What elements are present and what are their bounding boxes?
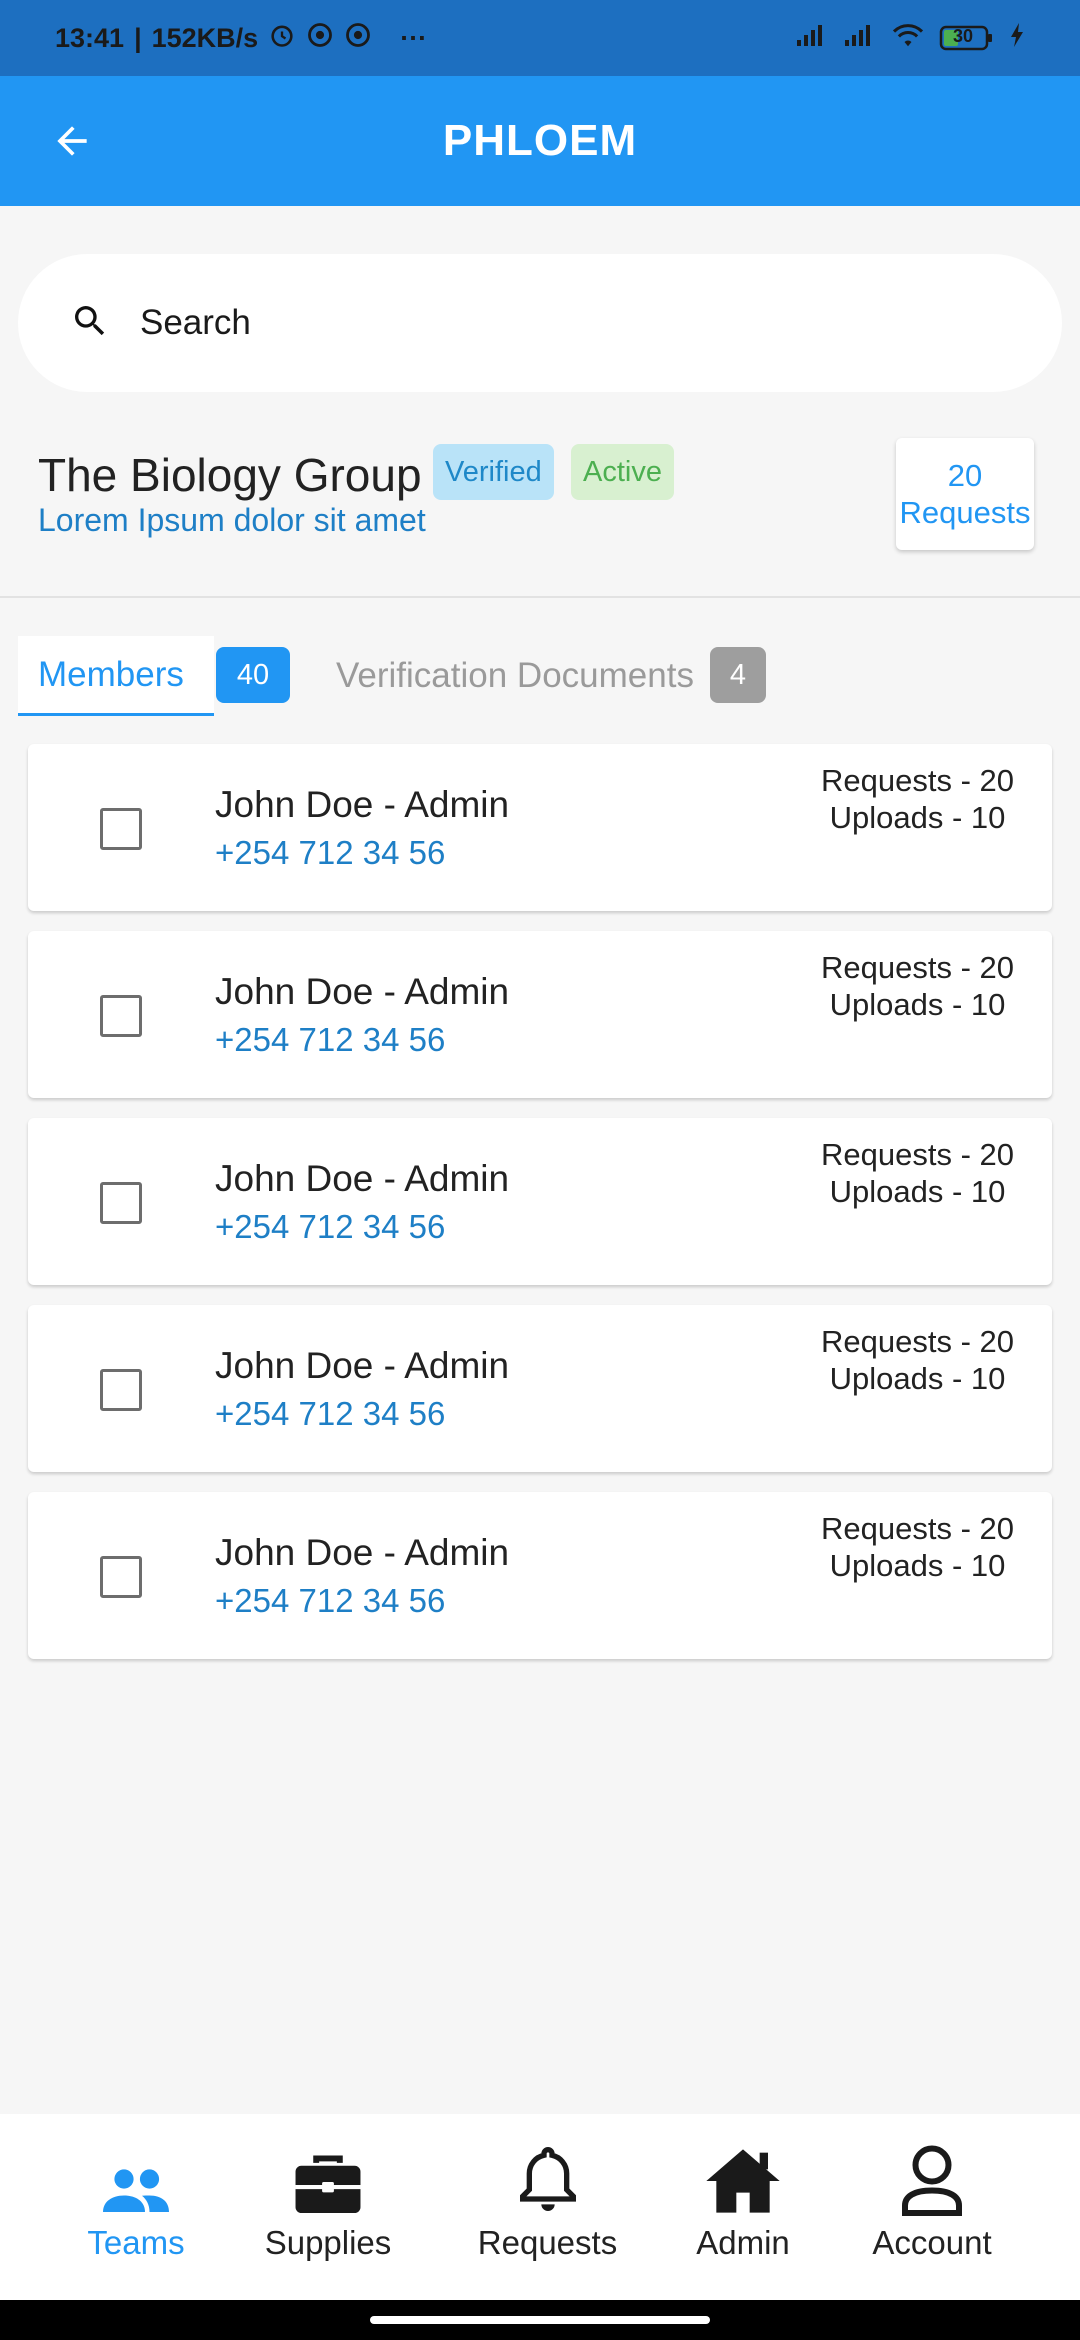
app-title: PHLOEM	[442, 116, 638, 165]
people-icon	[100, 2114, 172, 2224]
nav-supplies[interactable]: Supplies	[258, 2114, 398, 2300]
group-name: The Biology Group	[38, 449, 422, 501]
search-icon	[70, 301, 110, 346]
status-bar: 13:41 | 152KB/s ··· 30	[0, 0, 1080, 76]
member-requests: Requests - 20	[821, 763, 1014, 798]
bottom-navigation: Teams Supplies Requests Admin Account	[0, 2114, 1080, 2300]
members-count-badge: 40	[216, 647, 290, 703]
wifi-icon	[891, 21, 925, 56]
requests-count: 20	[947, 458, 983, 493]
verified-badge: Verified	[433, 444, 554, 500]
member-phone: +254 712 34 56	[215, 1395, 446, 1432]
back-button[interactable]	[40, 109, 104, 173]
more-notifications-icon: ···	[400, 22, 428, 53]
member-requests: Requests - 20	[821, 1324, 1014, 1359]
status-left: 13:41 | 152KB/s ···	[55, 21, 427, 56]
charging-icon	[1009, 22, 1025, 55]
member-name: John Doe - Admin	[215, 1532, 510, 1573]
bell-icon	[516, 2114, 580, 2224]
member-name: John Doe - Admin	[215, 1158, 510, 1199]
documents-count-badge: 4	[710, 647, 766, 703]
member-checkbox[interactable]	[100, 808, 142, 850]
battery-level: 30	[953, 26, 974, 46]
member-phone: +254 712 34 56	[215, 1582, 446, 1619]
nav-label-teams: Teams	[87, 2224, 185, 2261]
member-uploads: Uploads - 10	[829, 987, 1006, 1022]
member-card[interactable]: John Doe - Admin +254 712 34 56 Requests…	[28, 931, 1052, 1098]
member-checkbox[interactable]	[100, 995, 142, 1037]
briefcase-icon	[292, 2114, 364, 2224]
member-stats: Requests - 20 Uploads - 10	[821, 762, 1014, 836]
member-uploads: Uploads - 10	[829, 1361, 1006, 1396]
member-checkbox[interactable]	[100, 1369, 142, 1411]
group-description: Lorem Ipsum dolor sit amet	[38, 502, 426, 538]
nav-label-supplies: Supplies	[264, 2224, 392, 2261]
member-stats: Requests - 20 Uploads - 10	[821, 949, 1014, 1023]
tab-bar: Members 40 Verification Documents 4	[18, 636, 1062, 716]
requests-button[interactable]: 20 Requests	[896, 438, 1034, 550]
signal-icon-2	[843, 22, 877, 55]
member-name: John Doe - Admin	[215, 971, 510, 1012]
status-separator: |	[134, 22, 142, 53]
nav-teams[interactable]: Teams	[66, 2114, 206, 2300]
sync-icon	[306, 21, 334, 56]
member-stats: Requests - 20 Uploads - 10	[821, 1510, 1014, 1584]
member-checkbox[interactable]	[100, 1556, 142, 1598]
home-gesture-bar[interactable]	[370, 2316, 710, 2324]
arrow-back-icon	[57, 126, 87, 156]
battery-icon: 30	[939, 24, 995, 52]
tab-members-label: Members	[38, 654, 184, 694]
nav-label-requests: Requests	[477, 2224, 618, 2261]
member-phone: +254 712 34 56	[215, 834, 446, 871]
member-card[interactable]: John Doe - Admin +254 712 34 56 Requests…	[28, 744, 1052, 911]
system-gesture-area	[0, 2300, 1080, 2340]
tab-members[interactable]: Members	[18, 636, 214, 716]
search-input[interactable]	[140, 303, 990, 343]
member-name: John Doe - Admin	[215, 1345, 510, 1386]
signal-icon	[795, 22, 829, 55]
member-list: John Doe - Admin +254 712 34 56 Requests…	[28, 744, 1052, 1679]
nav-label-account: Account	[872, 2224, 992, 2261]
active-badge: Active	[571, 444, 674, 500]
app-bar: PHLOEM	[0, 76, 1080, 206]
member-uploads: Uploads - 10	[829, 1548, 1006, 1583]
member-checkbox[interactable]	[100, 1182, 142, 1224]
member-requests: Requests - 20	[821, 950, 1014, 985]
member-phone: +254 712 34 56	[215, 1208, 446, 1245]
account-icon	[899, 2114, 965, 2224]
member-card[interactable]: John Doe - Admin +254 712 34 56 Requests…	[28, 1118, 1052, 1285]
member-phone: +254 712 34 56	[215, 1021, 446, 1058]
nav-admin[interactable]: Admin	[683, 2114, 803, 2300]
tab-documents-label: Verification Documents	[336, 656, 694, 695]
member-card[interactable]: John Doe - Admin +254 712 34 56 Requests…	[28, 1305, 1052, 1472]
member-uploads: Uploads - 10	[829, 1174, 1006, 1209]
tab-verification-documents[interactable]: Verification Documents	[336, 636, 694, 716]
search-bar[interactable]	[18, 254, 1062, 392]
nav-requests[interactable]: Requests	[475, 2114, 620, 2300]
status-time: 13:41	[55, 22, 125, 53]
member-name: John Doe - Admin	[215, 784, 510, 825]
member-card[interactable]: John Doe - Admin +254 712 34 56 Requests…	[28, 1492, 1052, 1659]
member-stats: Requests - 20 Uploads - 10	[821, 1136, 1014, 1210]
sync-icon-2	[344, 21, 372, 56]
member-uploads: Uploads - 10	[829, 800, 1006, 835]
home-icon	[703, 2114, 783, 2224]
member-requests: Requests - 20	[821, 1137, 1014, 1172]
nav-label-admin: Admin	[696, 2224, 790, 2261]
requests-label: Requests	[899, 495, 1031, 530]
status-right: 30	[795, 21, 1025, 56]
status-speed: 152KB/s	[151, 22, 259, 53]
group-header: The Biology Group Verified Active Lorem …	[0, 430, 1080, 598]
nav-account[interactable]: Account	[862, 2114, 1002, 2300]
member-stats: Requests - 20 Uploads - 10	[821, 1323, 1014, 1397]
alarm-icon	[268, 21, 296, 56]
member-requests: Requests - 20	[821, 1511, 1014, 1546]
